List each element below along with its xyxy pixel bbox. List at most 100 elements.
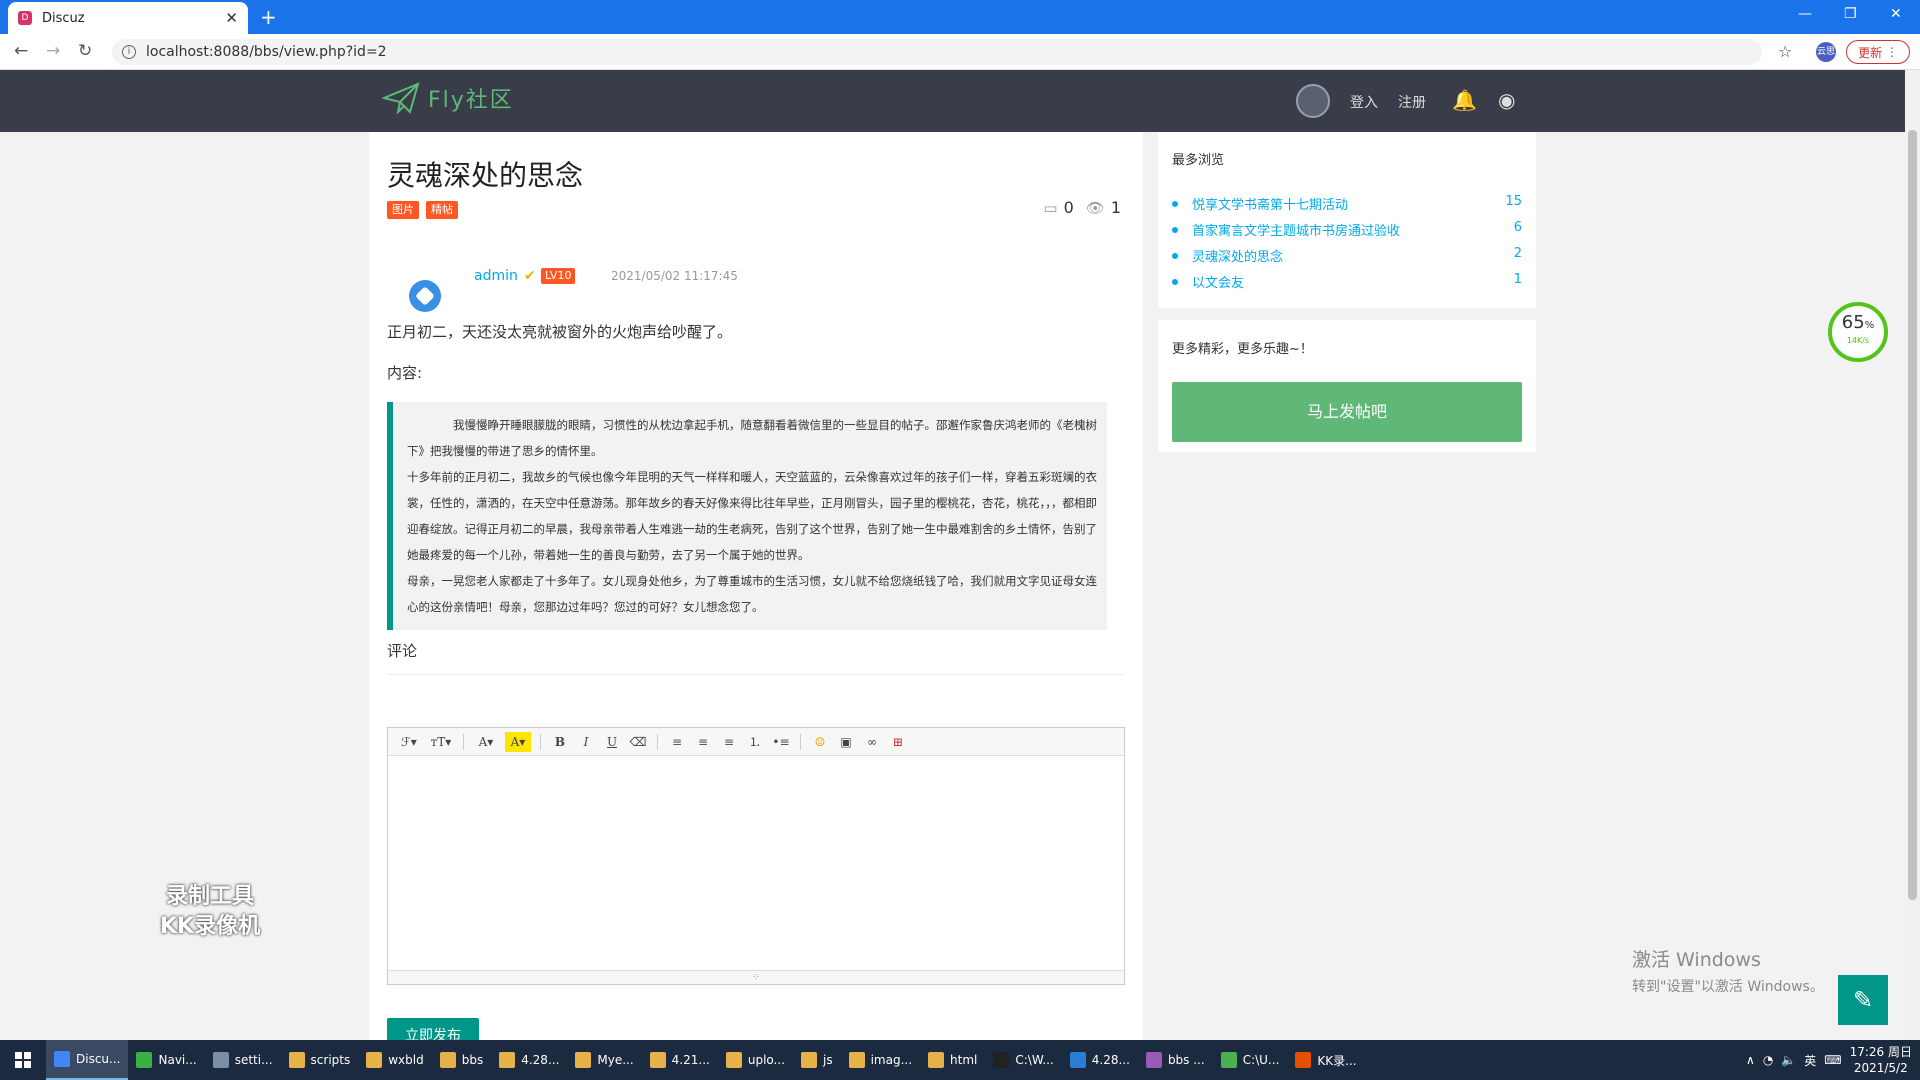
site-info-icon[interactable]: i bbox=[122, 45, 136, 59]
ime-indicator[interactable]: 英 bbox=[1804, 1052, 1816, 1069]
taskbar-item[interactable]: Discu... bbox=[46, 1040, 129, 1080]
bold-icon[interactable]: B bbox=[550, 732, 570, 752]
taskbar-item[interactable]: bbs bbox=[432, 1040, 492, 1080]
highlight-icon[interactable]: A▾ bbox=[505, 731, 531, 752]
align-left-icon[interactable]: ≡ bbox=[667, 732, 687, 752]
table-icon[interactable]: ⊞ bbox=[888, 732, 908, 752]
taskbar-item[interactable]: uplo... bbox=[718, 1040, 793, 1080]
taskbar-item[interactable]: 4.21... bbox=[642, 1040, 718, 1080]
taskbar-item[interactable]: js bbox=[793, 1040, 841, 1080]
ordered-list-icon[interactable]: ⒈ bbox=[745, 732, 765, 752]
taskbar-item[interactable]: 4.28... bbox=[1062, 1040, 1138, 1080]
taskbar-item[interactable]: bbs ... bbox=[1138, 1040, 1213, 1080]
editor-text-area[interactable] bbox=[388, 756, 1124, 969]
page-scrollbar[interactable] bbox=[1905, 70, 1920, 1040]
eraser-icon[interactable]: ⌫ bbox=[628, 732, 648, 752]
view-count: 1 bbox=[1110, 198, 1121, 217]
clock[interactable]: 17:26 周日 2021/5/2 bbox=[1850, 1044, 1912, 1076]
bookmark-star-icon[interactable]: ☆ bbox=[1778, 42, 1792, 61]
content-label: 内容: bbox=[387, 364, 423, 382]
minimize-button[interactable]: — bbox=[1798, 6, 1812, 22]
list-item[interactable]: 首家寓言文学主题城市书房通过验收 6 bbox=[1172, 220, 1522, 246]
scrollbar-thumb[interactable] bbox=[1908, 130, 1917, 900]
user-avatar-icon[interactable] bbox=[1296, 84, 1330, 118]
list-item-count: 1 bbox=[1513, 272, 1522, 287]
list-item-title[interactable]: 灵魂深处的思念 bbox=[1192, 246, 1283, 265]
taskbar-item-label: imag... bbox=[870, 1053, 913, 1067]
taskbar-apps: Discu... Navi... setti... scripts wxbld bbs 4.… bbox=[46, 1040, 1365, 1080]
content-paragraph: 十多年前的正月初二，我故乡的气候也像今年昆明的天气一样样和暖人，天空蓝蓝的，云朵… bbox=[407, 470, 1097, 562]
url-input[interactable]: i localhost:8088/bbs/view.php?id=2 bbox=[112, 39, 1762, 65]
taskbar-item[interactable]: wxbld bbox=[358, 1040, 431, 1080]
reload-icon[interactable]: ↻ bbox=[78, 41, 92, 61]
taskbar-item-label: Mye... bbox=[597, 1053, 634, 1067]
app-icon bbox=[993, 1052, 1010, 1068]
taskbar-item[interactable]: setti... bbox=[205, 1040, 281, 1080]
comment-editor: ℱ▾ тT▾ A▾ A▾ B I U ⌫ ≡ ≡ ≡ ⒈ •≡ ☺ ▣ ∞ ⊞ … bbox=[387, 727, 1125, 985]
windows-logo-icon bbox=[15, 1052, 31, 1068]
bell-icon[interactable]: 🔔 bbox=[1452, 88, 1477, 112]
tab-close-icon[interactable]: ✕ bbox=[225, 9, 238, 27]
eye-icon: 👁 bbox=[1085, 199, 1105, 217]
post-content: 我慢慢睁开睡眼朦胧的眼睛，习惯性的从枕边拿起手机，随意翻看着微信里的一些显目的帖… bbox=[387, 402, 1107, 630]
align-right-icon[interactable]: ≡ bbox=[719, 732, 739, 752]
taskbar-item[interactable]: Mye... bbox=[567, 1040, 641, 1080]
taskbar-item[interactable]: 4.28... bbox=[491, 1040, 567, 1080]
image-icon[interactable]: ▣ bbox=[836, 732, 856, 752]
list-item[interactable]: 灵魂深处的思念 2 bbox=[1172, 246, 1522, 272]
author-name[interactable]: admin bbox=[474, 268, 518, 284]
list-item[interactable]: 悦享文学书斋第十七期活动 15 bbox=[1172, 194, 1522, 220]
font-family-icon[interactable]: ℱ▾ bbox=[396, 732, 422, 752]
taskbar-item[interactable]: C:\W... bbox=[985, 1040, 1061, 1080]
register-link[interactable]: 注册 bbox=[1398, 92, 1426, 112]
bullet-list-icon[interactable]: •≡ bbox=[771, 732, 791, 752]
taskbar-item[interactable]: Navi... bbox=[128, 1040, 204, 1080]
emoji-icon[interactable]: ☺ bbox=[810, 732, 830, 752]
tray-up-icon[interactable]: ∧ bbox=[1746, 1053, 1755, 1067]
start-button[interactable] bbox=[0, 1040, 46, 1080]
taskbar-item-label: Discu... bbox=[76, 1052, 121, 1066]
new-post-button[interactable]: 马上发帖吧 bbox=[1172, 382, 1522, 442]
edit-pencil-button[interactable]: ✎ bbox=[1838, 975, 1888, 1025]
taskbar-item[interactable]: C:\U... bbox=[1213, 1040, 1288, 1080]
weibo-icon[interactable]: ◉ bbox=[1498, 88, 1515, 112]
keyboard-icon[interactable]: ⌨ bbox=[1824, 1053, 1841, 1067]
font-size-icon[interactable]: тT▾ bbox=[428, 732, 454, 752]
restore-button[interactable]: ❐ bbox=[1844, 6, 1857, 22]
network-icon[interactable]: ◔ bbox=[1763, 1053, 1773, 1067]
new-tab-button[interactable]: + bbox=[260, 5, 277, 29]
list-item-title[interactable]: 悦享文学书斋第十七期活动 bbox=[1192, 194, 1348, 213]
author-avatar[interactable] bbox=[409, 280, 441, 312]
taskbar-item-label: 4.21... bbox=[671, 1053, 710, 1067]
font-color-icon[interactable]: A▾ bbox=[473, 732, 499, 752]
forward-icon[interactable]: → bbox=[46, 41, 60, 61]
network-speed-widget[interactable]: 65% 14K/s bbox=[1828, 302, 1888, 362]
taskbar-item-label: html bbox=[950, 1053, 978, 1067]
taskbar-item[interactable]: imag... bbox=[841, 1040, 920, 1080]
taskbar-item[interactable]: KK录... bbox=[1287, 1040, 1364, 1080]
list-item-title[interactable]: 首家寓言文学主题城市书房通过验收 bbox=[1192, 220, 1400, 239]
profile-avatar[interactable]: 云思 bbox=[1816, 42, 1836, 62]
taskbar-item-label: 4.28... bbox=[521, 1053, 560, 1067]
italic-icon[interactable]: I bbox=[576, 732, 596, 752]
app-icon bbox=[212, 1052, 229, 1068]
site-logo[interactable]: Fly社区 bbox=[382, 82, 514, 114]
volume-icon[interactable]: 🔈 bbox=[1781, 1053, 1796, 1067]
content-paragraph: 母亲，一晃您老人家都走了十多年了。女儿现身处他乡，为了尊重城市的生活习惯，女儿就… bbox=[407, 574, 1097, 614]
back-icon[interactable]: ← bbox=[14, 41, 28, 61]
badge-featured: 精帖 bbox=[426, 201, 458, 219]
close-window-button[interactable]: ✕ bbox=[1890, 6, 1902, 22]
underline-icon[interactable]: U bbox=[602, 732, 622, 752]
link-icon[interactable]: ∞ bbox=[862, 732, 882, 752]
browser-tab[interactable]: D Discuz ✕ bbox=[8, 2, 248, 34]
taskbar-item[interactable]: html bbox=[920, 1040, 985, 1080]
taskbar-item[interactable]: scripts bbox=[281, 1040, 359, 1080]
editor-resize-handle[interactable]: ⁘ bbox=[388, 970, 1124, 984]
list-item-title[interactable]: 以文会友 bbox=[1192, 272, 1244, 291]
login-link[interactable]: 登入 bbox=[1350, 92, 1378, 112]
discuz-favicon-icon: D bbox=[18, 11, 32, 25]
browser-update-button[interactable]: 更新 ⋮ bbox=[1846, 40, 1910, 64]
list-item[interactable]: 以文会友 1 bbox=[1172, 272, 1522, 298]
taskbar-item-label: wxbld bbox=[388, 1053, 424, 1067]
align-center-icon[interactable]: ≡ bbox=[693, 732, 713, 752]
